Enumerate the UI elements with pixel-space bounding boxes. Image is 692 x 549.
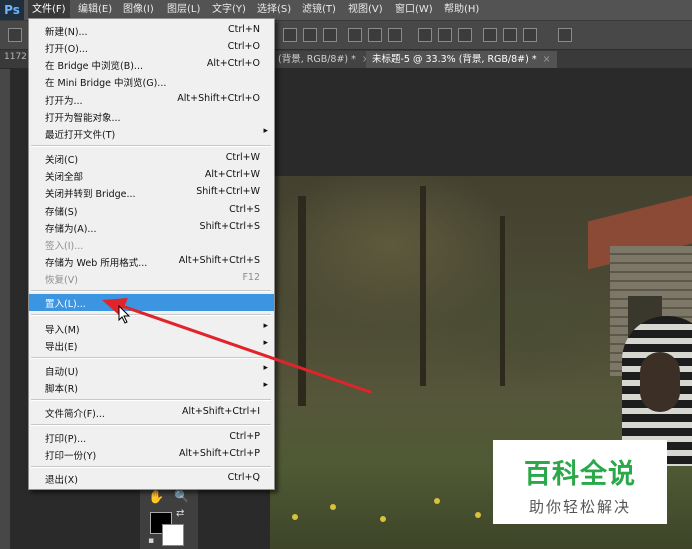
annotation-arrow-line <box>120 304 372 394</box>
watermark-subtitle: 助你轻松解决 <box>528 498 631 516</box>
mouse-cursor-icon <box>118 305 131 324</box>
watermark-title: 百科全说 <box>524 459 636 490</box>
watermark: 百科全说 助你轻松解决 <box>493 440 667 524</box>
